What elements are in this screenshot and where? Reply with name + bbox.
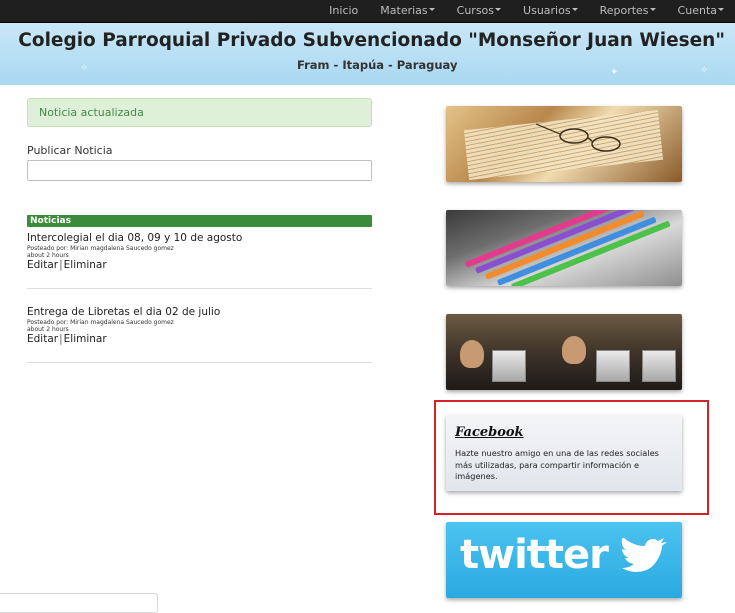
news-title: Entrega de Libretas el dia 02 de julio bbox=[27, 306, 221, 318]
twitter-card[interactable]: twitter bbox=[446, 522, 682, 598]
news-actions: Editar|Eliminar bbox=[27, 259, 372, 272]
nav-menu: Inicio Materias Cursos Usuarios Reportes… bbox=[318, 0, 735, 23]
nav-item-label: Cursos bbox=[456, 4, 495, 17]
pencil-shape bbox=[474, 210, 635, 274]
sparkle-decoration: ✦ bbox=[610, 67, 619, 78]
news-time: about 2 hours bbox=[27, 326, 69, 333]
delete-link[interactable]: Eliminar bbox=[64, 333, 107, 345]
caret-down-icon bbox=[649, 8, 656, 11]
twitter-wordmark: twitter bbox=[460, 532, 609, 578]
student-shape bbox=[460, 340, 484, 368]
monitor-shape bbox=[492, 350, 526, 382]
news-item: Entrega de Libretas el dia 02 de julio P… bbox=[27, 306, 372, 363]
nav-item-cuenta[interactable]: Cuenta bbox=[667, 0, 735, 23]
top-navbar: Inicio Materias Cursos Usuarios Reportes… bbox=[0, 0, 735, 23]
page-subtitle: Fram - Itapúa - Paraguay bbox=[297, 58, 458, 72]
news-item: Intercolegial el dia 08, 09 y 10 de agos… bbox=[27, 232, 372, 289]
news-time: about 2 hours bbox=[27, 252, 69, 259]
caret-down-icon bbox=[428, 8, 435, 11]
success-alert: Noticia actualizada bbox=[27, 98, 372, 127]
sparkle-decoration: ✧ bbox=[80, 63, 89, 74]
page-title: Colegio Parroquial Privado Subvencionado… bbox=[18, 30, 725, 51]
twitter-bird-icon bbox=[621, 538, 667, 572]
nav-item-usuarios[interactable]: Usuarios bbox=[512, 0, 589, 23]
news-author: Posteado por: Mirian magdalena Saucedo g… bbox=[27, 319, 174, 326]
nav-item-inicio[interactable]: Inicio bbox=[318, 0, 369, 23]
nav-item-label: Cuenta bbox=[677, 4, 717, 17]
news-section-heading: Noticias bbox=[27, 215, 372, 227]
book-glasses-image bbox=[446, 106, 682, 182]
student-shape bbox=[562, 336, 586, 364]
facebook-description: Hazte nuestro amigo en una de las redes … bbox=[455, 448, 659, 481]
delete-link[interactable]: Eliminar bbox=[64, 259, 107, 271]
publish-news-input[interactable] bbox=[27, 160, 372, 181]
students-computers-image bbox=[446, 314, 682, 390]
monitor-shape bbox=[596, 350, 630, 382]
nav-item-materias[interactable]: Materias bbox=[369, 0, 445, 23]
nav-item-label: Usuarios bbox=[523, 4, 571, 17]
nav-item-label: Materias bbox=[380, 4, 428, 17]
nav-item-cursos[interactable]: Cursos bbox=[446, 0, 512, 23]
publish-news-label: Publicar Noticia bbox=[27, 144, 113, 157]
caret-down-icon bbox=[495, 8, 502, 11]
sparkle-decoration: ✧ bbox=[700, 65, 709, 76]
header-banner: ✦ ✧ ✦ ✧ Colegio Parroquial Privado Subve… bbox=[0, 23, 735, 85]
nav-item-reportes[interactable]: Reportes bbox=[589, 0, 667, 23]
news-title: Intercolegial el dia 08, 09 y 10 de agos… bbox=[27, 232, 243, 244]
glasses-icon bbox=[535, 123, 621, 152]
facebook-title: Facebook bbox=[455, 425, 524, 440]
edit-link[interactable]: Editar bbox=[27, 259, 58, 271]
bottom-panel-tab[interactable] bbox=[0, 593, 158, 613]
edit-link[interactable]: Editar bbox=[27, 333, 58, 345]
caret-down-icon bbox=[718, 8, 724, 11]
monitor-shape bbox=[642, 350, 676, 382]
nav-item-label: Inicio bbox=[329, 4, 359, 17]
nav-item-label: Reportes bbox=[599, 4, 649, 17]
facebook-card[interactable]: Facebook Hazte nuestro amigo en una de l… bbox=[446, 415, 682, 491]
news-actions: Editar|Eliminar bbox=[27, 333, 372, 346]
colored-pencils-image bbox=[446, 210, 682, 286]
caret-down-icon bbox=[571, 8, 578, 11]
news-author: Posteado por: Mirian magdalena Saucedo g… bbox=[27, 245, 174, 252]
